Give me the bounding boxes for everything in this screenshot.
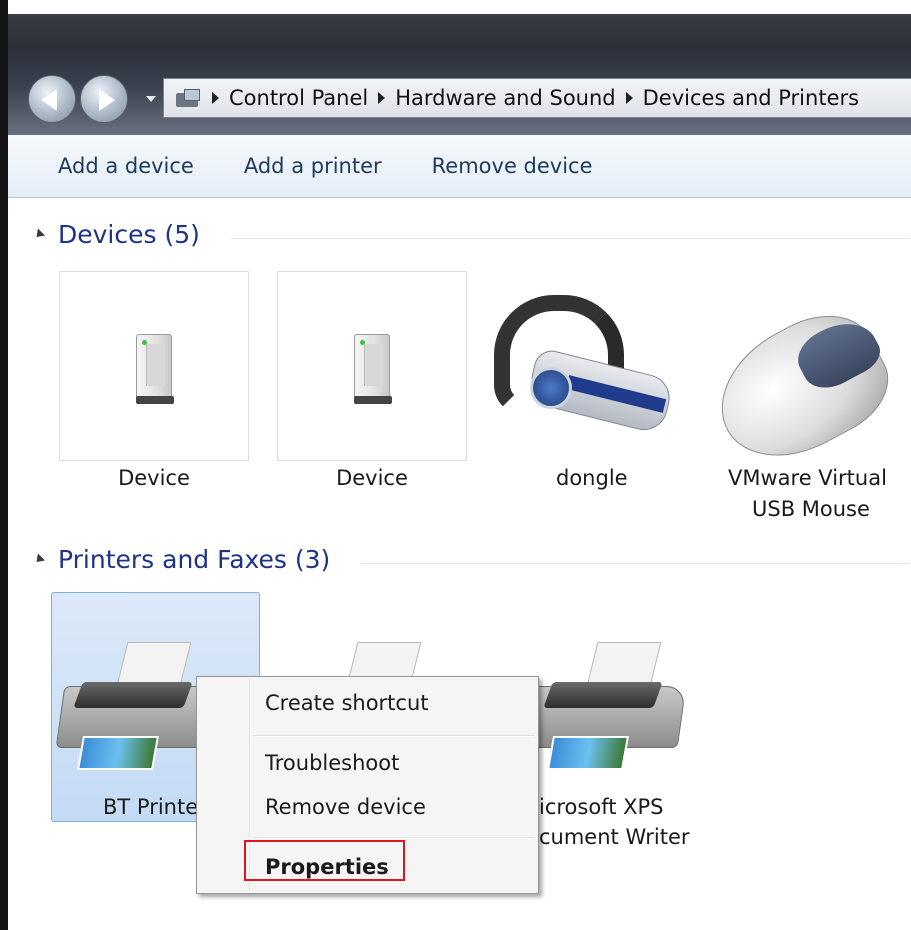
remove-device-button[interactable]: Remove device	[432, 154, 593, 178]
printers-group-title: Printers and Faxes (3)	[58, 545, 331, 574]
forward-button[interactable]	[80, 75, 128, 123]
printers-group-header[interactable]: Printers and Faxes (3)	[32, 545, 331, 574]
group-divider	[360, 563, 910, 564]
device-label: Device	[336, 466, 408, 490]
breadcrumb-chevron-icon[interactable]	[212, 92, 219, 104]
forward-arrow-icon	[99, 89, 115, 111]
printer-icon[interactable]	[55, 642, 217, 772]
devices-group-header[interactable]: Devices (5)	[32, 220, 200, 249]
add-device-button[interactable]: Add a device	[58, 154, 194, 178]
devices-group-title: Devices (5)	[58, 220, 200, 249]
generic-device-icon	[354, 334, 392, 406]
headset-icon[interactable]	[490, 285, 680, 436]
vmware-mouse-label-line1[interactable]: VMware Virtual	[728, 463, 887, 494]
screenshot-top-margin	[0, 0, 911, 14]
bt-printer-label[interactable]: BT Printe	[103, 792, 198, 823]
group-divider	[230, 238, 910, 239]
collapse-triangle-icon[interactable]	[32, 228, 46, 241]
xps-writer-label-line2[interactable]: cument Writer	[539, 822, 690, 853]
address-bar[interactable]: Control Panel Hardware and Sound Devices…	[163, 78, 911, 118]
breadcrumb-chevron-icon[interactable]	[378, 92, 386, 104]
recent-pages-chevron-icon[interactable]	[146, 96, 156, 102]
control-panel-icon	[174, 87, 202, 109]
menu-item-troubleshoot[interactable]: Troubleshoot	[265, 751, 399, 775]
xps-writer-label-line1[interactable]: icrosoft XPS	[539, 792, 664, 823]
collapse-triangle-icon[interactable]	[32, 553, 46, 566]
command-bar: Add a device Add a printer Remove device	[8, 135, 911, 198]
mouse-icon[interactable]	[697, 295, 905, 481]
left-window-edge	[0, 0, 8, 930]
menu-separator	[253, 735, 535, 737]
menu-item-remove-device[interactable]: Remove device	[265, 795, 426, 819]
printer-icon[interactable]	[525, 642, 687, 772]
device-icon-frame	[59, 271, 249, 461]
menu-item-create-shortcut[interactable]: Create shortcut	[265, 691, 429, 715]
properties-highlight-box	[244, 840, 405, 881]
device-label: Device	[118, 466, 190, 490]
dongle-label[interactable]: dongle	[556, 463, 628, 494]
menu-separator	[253, 837, 535, 839]
breadcrumb-control-panel[interactable]: Control Panel	[229, 86, 368, 110]
navigation-buttons	[28, 75, 158, 123]
add-printer-button[interactable]: Add a printer	[244, 154, 382, 178]
breadcrumb-chevron-icon[interactable]	[625, 92, 633, 104]
vmware-mouse-label-line2[interactable]: USB Mouse	[752, 494, 870, 525]
back-button[interactable]	[28, 75, 76, 123]
breadcrumb-hardware-and-sound[interactable]: Hardware and Sound	[395, 86, 615, 110]
generic-device-icon	[136, 334, 174, 406]
breadcrumb-devices-and-printers[interactable]: Devices and Printers	[643, 86, 859, 110]
device-icon-frame	[277, 271, 467, 461]
back-arrow-icon	[41, 89, 57, 111]
